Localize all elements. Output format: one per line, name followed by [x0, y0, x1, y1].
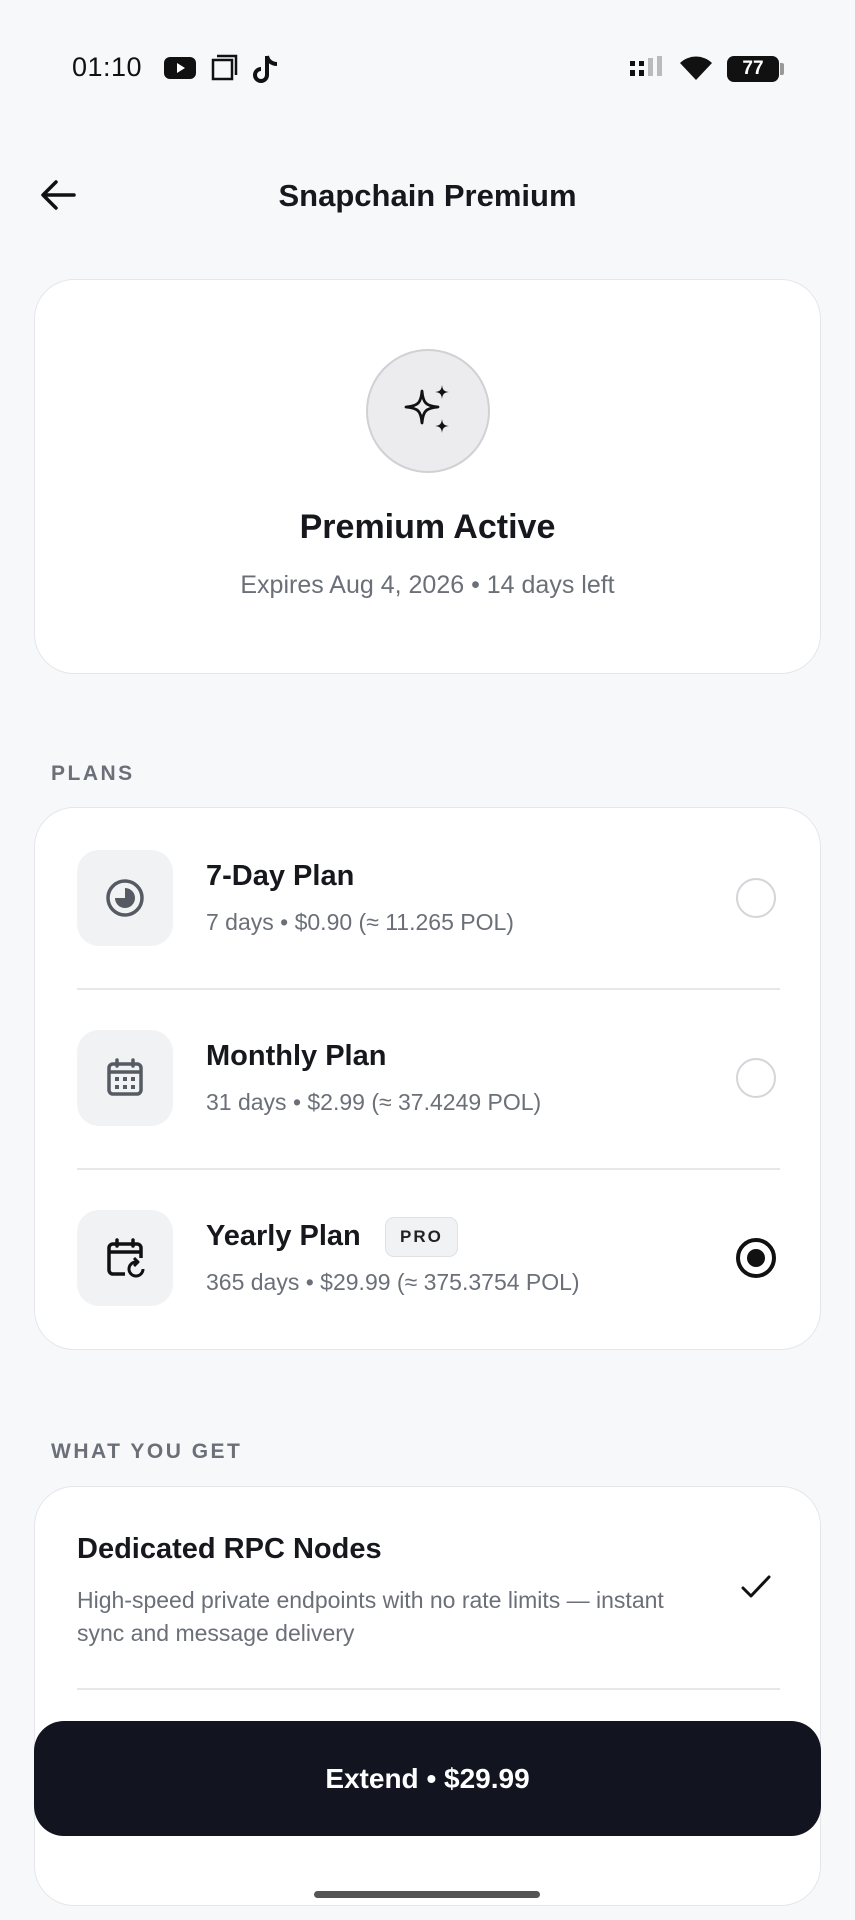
premium-screen: 01:10 77 Snapchain Premium Premium Activ… — [0, 0, 855, 1920]
plan-option-monthly[interactable]: Monthly Plan 31 days • $2.99 (≈ 37.4249 … — [35, 988, 822, 1168]
battery-icon: 77 — [727, 56, 779, 82]
benefit-description: High-speed private endpoints with no rat… — [77, 1587, 664, 1646]
plans-card: 7-Day Plan 7 days • $0.90 (≈ 11.265 POL)… — [34, 807, 821, 1350]
wifi-icon — [678, 54, 714, 87]
plan-name: 7-Day Plan — [206, 860, 355, 892]
status-time: 01:10 — [72, 52, 143, 82]
youtube-icon — [163, 54, 197, 87]
plan-radio-selected[interactable] — [736, 1238, 776, 1278]
page-title: Snapchain Premium — [278, 178, 577, 213]
signal-icon — [628, 54, 666, 87]
plan-details: 7 days • $0.90 (≈ 11.265 POL) — [206, 909, 514, 935]
plans-section-label: PLANS — [51, 762, 135, 785]
status-expiry: Expires Aug 4, 2026 • 14 days left — [240, 571, 615, 599]
calendar-repeat-icon — [77, 1210, 173, 1306]
benefits-card: Dedicated RPC Nodes High-speed private e… — [34, 1486, 821, 1906]
status-title: Premium Active — [299, 508, 556, 546]
plan-name: Monthly Plan — [206, 1040, 387, 1072]
plan-option-yearly[interactable]: Yearly Plan PRO 365 days • $29.99 (≈ 375… — [35, 1168, 822, 1348]
calendar-icon — [77, 1030, 173, 1126]
clock-icon — [77, 850, 173, 946]
home-indicator[interactable] — [314, 1891, 540, 1898]
plan-option-7-day[interactable]: 7-Day Plan 7 days • $0.90 (≈ 11.265 POL) — [35, 808, 822, 988]
tiktok-icon — [252, 54, 282, 91]
sparkles-icon — [366, 349, 490, 473]
plan-details: 365 days • $29.99 (≈ 375.3754 POL) — [206, 1269, 580, 1295]
extend-button[interactable]: Extend • $29.99 — [34, 1721, 821, 1836]
benefit-title: Dedicated RPC Nodes — [77, 1533, 382, 1565]
pro-badge: PRO — [385, 1217, 458, 1257]
plan-radio[interactable] — [736, 1058, 776, 1098]
divider — [77, 1688, 780, 1690]
plan-name: Yearly Plan — [206, 1220, 361, 1252]
premium-status-card: Premium Active Expires Aug 4, 2026 • 14 … — [34, 279, 821, 674]
check-icon — [740, 1573, 772, 1606]
battery-cap — [780, 63, 784, 75]
plan-radio[interactable] — [736, 878, 776, 918]
app-bar: Snapchain Premium — [0, 160, 855, 230]
screen-icon — [210, 54, 238, 87]
benefits-section-label: WHAT YOU GET — [51, 1440, 243, 1463]
plan-details: 31 days • $2.99 (≈ 37.4249 POL) — [206, 1089, 542, 1115]
status-bar: 01:10 77 — [0, 44, 855, 94]
